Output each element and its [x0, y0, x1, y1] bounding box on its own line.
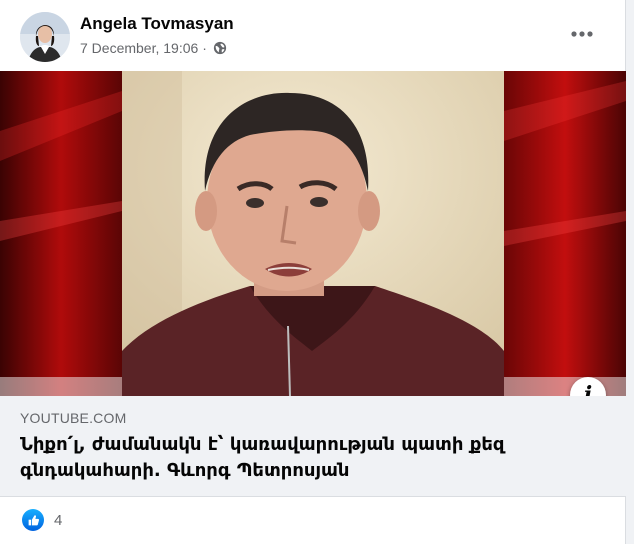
post-meta: 7 December, 19:06 ·	[80, 40, 227, 56]
avatar[interactable]	[20, 12, 70, 62]
post-timestamp[interactable]: 7 December, 19:06	[80, 40, 198, 56]
like-icon[interactable]	[22, 509, 44, 531]
more-options-button[interactable]	[562, 16, 602, 52]
link-domain: YOUTUBE.COM	[20, 410, 127, 426]
video-thumbnail[interactable]	[0, 71, 626, 396]
more-options-icon	[571, 31, 593, 37]
link-title[interactable]: Նիքո՛լ, ժամանակն է՝ կառավարության պատի ք…	[20, 432, 610, 484]
post-card: Angela Tovmasyan 7 December, 19:06 · i Y…	[0, 0, 626, 544]
meta-separator: ·	[202, 40, 207, 56]
reaction-count[interactable]: 4	[54, 512, 62, 529]
post-header: Angela Tovmasyan 7 December, 19:06 ·	[0, 0, 626, 70]
author-name[interactable]: Angela Tovmasyan	[80, 14, 234, 34]
globe-icon[interactable]	[213, 41, 227, 55]
video-frame	[0, 71, 626, 396]
link-preview[interactable]: YOUTUBE.COM Նիքո՛լ, ժամանակն է՝ կառավարո…	[0, 396, 626, 497]
reactions-bar: 4	[0, 497, 626, 544]
